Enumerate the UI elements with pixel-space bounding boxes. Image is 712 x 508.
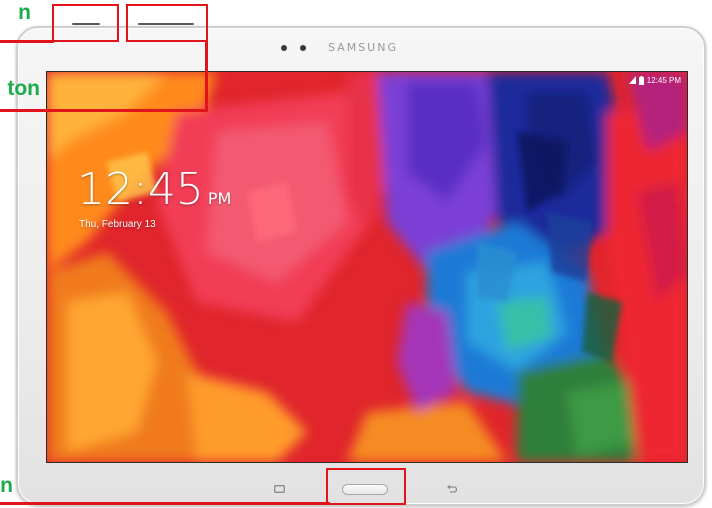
home-button-callout-box — [326, 468, 406, 505]
status-bar: 12:45 PM — [628, 74, 681, 86]
volume-key-callout-box — [126, 4, 208, 42]
clock-ampm: PM — [207, 189, 232, 208]
front-sensor-dot — [281, 45, 287, 51]
front-camera-dot — [300, 45, 306, 51]
power-key-callout-box — [52, 4, 119, 42]
volume-callout-connector — [205, 40, 208, 111]
brand-logo: SAMSUNG — [328, 41, 398, 54]
battery-icon — [638, 75, 644, 85]
clock-time: 12:45 — [77, 164, 204, 215]
lock-screen[interactable]: 12:45 PM 12:45 PM Thu, February 13 — [47, 72, 687, 462]
home-callout-label: n — [0, 474, 13, 497]
recent-apps-icon[interactable] — [274, 485, 285, 493]
lock-clock: 12:45 PM — [77, 164, 231, 215]
lock-date: Thu, February 13 — [79, 219, 156, 230]
back-icon[interactable] — [446, 484, 458, 494]
power-callout-label: n — [18, 1, 31, 24]
signal-icon — [628, 76, 636, 84]
volume-callout-line — [0, 109, 208, 112]
home-callout-line — [0, 502, 330, 505]
volume-callout-label: ton — [7, 77, 40, 100]
wallpaper-image — [47, 72, 687, 462]
power-callout-line — [0, 40, 54, 43]
status-time: 12:45 PM — [646, 75, 681, 85]
